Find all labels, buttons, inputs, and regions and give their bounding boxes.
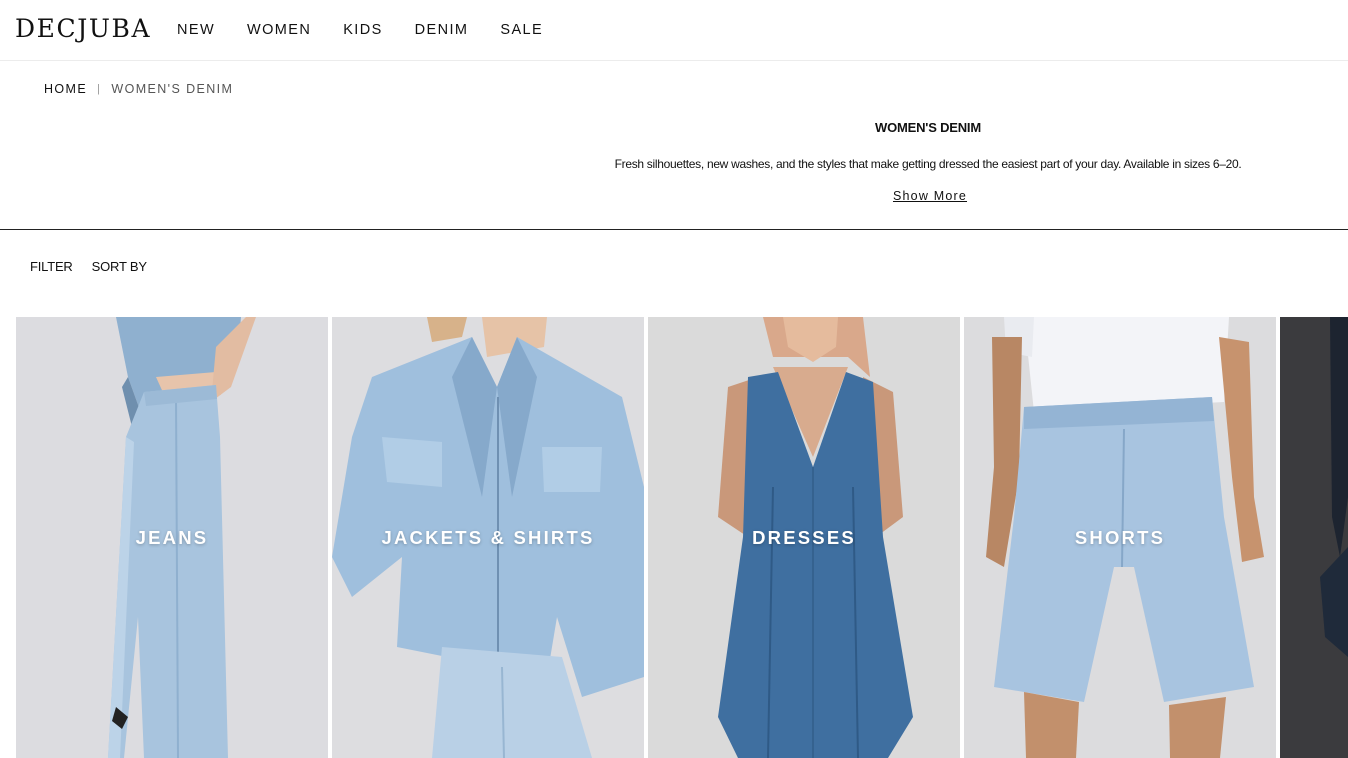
nav-item-women[interactable]: WOMEN [247,22,311,38]
show-more-link[interactable]: Show More [860,189,1000,203]
nav-item-new[interactable]: NEW [177,22,215,38]
main-nav: NEW WOMEN KIDS DENIM SALE [177,22,575,38]
site-header: DECJUBA NEW WOMEN KIDS DENIM SALE [0,0,1348,61]
category-tile-partial[interactable] [1280,317,1348,758]
category-label-jeans: JEANS [135,527,209,548]
page-description: Fresh silhouettes, new washes, and the s… [614,157,1242,171]
sort-by-button[interactable]: SORT BY [92,259,147,274]
page-title: WOMEN'S DENIM [875,120,981,135]
category-tile-jackets-shirts[interactable]: JACKETS & SHIRTS [332,317,644,758]
section-divider [0,229,1348,230]
category-tile-jeans[interactable]: JEANS [16,317,328,758]
nav-item-sale[interactable]: SALE [500,22,543,38]
category-carousel[interactable]: JEANS JACKETS & SHIRTS DRESSES SHORTS [16,317,1348,758]
category-tile-shorts[interactable]: SHORTS [964,317,1276,758]
category-label-shorts: SHORTS [1074,527,1166,548]
breadcrumb-current: WOMEN'S DENIM [111,82,234,96]
breadcrumb: HOME | WOMEN'S DENIM [44,82,233,96]
listing-toolbar: FILTER SORT BY [30,259,166,274]
category-tile-dresses[interactable]: DRESSES [648,317,960,758]
category-label-dresses: DRESSES [752,527,856,548]
dark-denim-photo-icon [1280,317,1348,758]
nav-item-denim[interactable]: DENIM [415,22,469,38]
category-label-jackets-shirts: JACKETS & SHIRTS [381,527,595,548]
filter-button[interactable]: FILTER [30,259,73,274]
brand-logo[interactable]: DECJUBA [15,14,151,43]
breadcrumb-separator: | [97,83,102,95]
breadcrumb-home-link[interactable]: HOME [44,82,87,96]
nav-item-kids[interactable]: KIDS [343,22,382,38]
